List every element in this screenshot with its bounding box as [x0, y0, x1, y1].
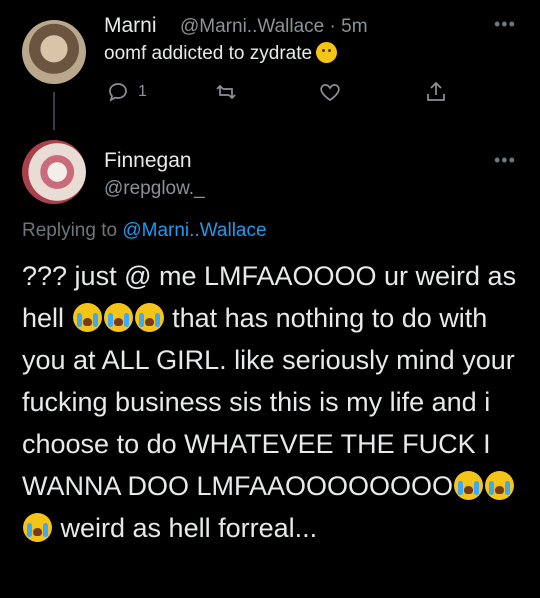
handle-text: @Marni..Wallace [180, 16, 325, 37]
author-handle[interactable]: @Marni..Wallace · 5m [180, 16, 368, 38]
loudly-crying-face-emoji [485, 471, 515, 500]
separator: · [329, 16, 336, 37]
reply-button[interactable]: 1 [106, 80, 147, 104]
share-icon [427, 81, 445, 101]
retweet-icon [216, 84, 236, 100]
tweet-text: oomf addicted to zydrate [104, 42, 338, 65]
heart-icon [320, 84, 340, 102]
loudly-crying-face-emoji [134, 303, 164, 332]
tweet-text-part: that has nothing to do with you at ALL G… [22, 303, 515, 501]
more-options-icon[interactable]: ••• [494, 14, 516, 35]
loudly-crying-face-emoji [454, 471, 484, 500]
tweet-text: ??? just @ me LMFAAOOOO ur weird as hell… [22, 255, 527, 549]
loudly-crying-face-emoji [103, 303, 133, 332]
avatar[interactable] [22, 140, 86, 204]
tweet-text-part: weird as hell forreal... [60, 513, 318, 543]
tweet-text-content: oomf addicted to zydrate [104, 43, 313, 64]
timestamp: 5m [341, 16, 368, 37]
author-handle[interactable]: @repglow._ [104, 178, 205, 200]
share-button[interactable] [424, 80, 448, 104]
loudly-crying-face-emoji [72, 303, 102, 332]
reply-icon [109, 83, 127, 102]
confused-face-emoji [316, 42, 338, 63]
replying-to-link[interactable]: @Marni..Wallace [122, 220, 266, 241]
retweet-button[interactable] [214, 80, 238, 104]
replying-prefix: Replying to [22, 220, 118, 241]
like-button[interactable] [318, 80, 342, 104]
more-options-icon[interactable]: ••• [494, 150, 516, 171]
author-name[interactable]: Finnegan [104, 149, 192, 173]
loudly-crying-face-emoji [23, 513, 52, 542]
author-name[interactable]: Marni [104, 14, 157, 38]
avatar[interactable] [22, 20, 86, 84]
thread-line [53, 92, 55, 130]
reply-count: 1 [138, 83, 147, 100]
replying-to-label: Replying to @Marni..Wallace [22, 220, 267, 242]
